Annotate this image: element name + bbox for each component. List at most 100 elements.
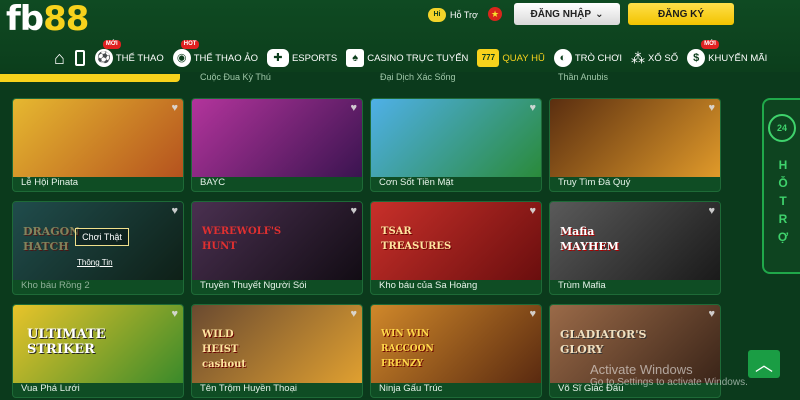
watermark-line2: Go to Settings to activate Windows. bbox=[590, 377, 748, 388]
previous-game-title: Cuộc Đua Kỳ Thú bbox=[200, 72, 271, 82]
game-art-text: WIN WIN RACCOON FRENZY bbox=[381, 329, 434, 369]
side-support-tab[interactable]: 24 H Ỗ T R Ợ bbox=[762, 98, 800, 274]
nav-label: ESPORTS bbox=[291, 52, 338, 64]
soccer-ball-icon: ⚽ bbox=[94, 49, 113, 67]
game-title: Vua Phá Lưới bbox=[21, 383, 80, 394]
support-letter: Ỗ bbox=[778, 176, 788, 190]
nav-esports[interactable]: ✚ ESPORTS bbox=[266, 46, 338, 70]
nav-label: KHUYẾN MÃI bbox=[708, 52, 768, 64]
game-art-text: WEREWOLF'S HUNT bbox=[202, 226, 282, 252]
main-nav: ⌂ MỚI ⚽ THỂ THAO HOT ◉ THỂ THAO ẢO ✚ ESP… bbox=[54, 40, 776, 70]
nav-promotions[interactable]: MỚI $ KHUYẾN MÃI bbox=[687, 40, 768, 70]
favorite-heart-icon[interactable]: ♥ bbox=[171, 205, 178, 217]
slot-777-icon: 777 bbox=[477, 49, 500, 67]
game-title: BAYC bbox=[200, 177, 226, 188]
login-label: ĐĂNG NHẬP bbox=[530, 8, 592, 20]
support-link[interactable]: Hi Hỗ Trợ bbox=[428, 6, 478, 24]
favorite-heart-icon[interactable]: ♥ bbox=[350, 308, 357, 320]
nav-label: THỂ THAO bbox=[115, 52, 164, 64]
game-card[interactable]: DRAGON HATCH Chơi Thật Thông Tin ♥ Kho b… bbox=[12, 201, 184, 295]
chat-bubble-icon: Hi bbox=[428, 8, 446, 22]
favorite-heart-icon[interactable]: ♥ bbox=[350, 205, 357, 217]
game-title: Ninja Gấu Trúc bbox=[379, 383, 443, 394]
game-title: Tên Trộm Huyền Thoại bbox=[200, 383, 297, 394]
game-card[interactable]: ♥ BAYC bbox=[191, 98, 363, 192]
play-real-button[interactable]: Chơi Thật bbox=[75, 228, 129, 246]
game-title: Kho báu của Sa Hoàng bbox=[379, 280, 478, 291]
lottery-icon: ⁂ bbox=[631, 49, 646, 66]
cards-icon: ♠ bbox=[346, 49, 365, 67]
game-title: Cơn Sốt Tiền Mặt bbox=[379, 177, 454, 188]
games-icon: ◐ bbox=[553, 49, 572, 67]
vietnam-flag-icon[interactable]: ★ bbox=[488, 7, 502, 21]
scroll-to-top-button[interactable]: ︿ bbox=[748, 350, 780, 378]
logo-suffix: 88 bbox=[43, 0, 89, 39]
previous-game-title: Thần Anubis bbox=[558, 72, 609, 82]
game-title: Truyền Thuyết Người Sói bbox=[200, 280, 307, 291]
game-info-link[interactable]: Thông Tin bbox=[77, 258, 113, 267]
favorite-heart-icon[interactable]: ♥ bbox=[171, 308, 178, 320]
nav-label: CASINO TRỰC TUYẾN bbox=[367, 52, 469, 64]
chevron-down-icon: ⌄ bbox=[595, 8, 604, 20]
nav-mobile[interactable] bbox=[74, 46, 85, 70]
support-letter: H bbox=[778, 158, 788, 172]
chevron-up-icon: ︿ bbox=[755, 355, 773, 375]
nav-label: TRÒ CHƠI bbox=[574, 52, 623, 64]
register-button[interactable]: ĐĂNG KÝ bbox=[628, 3, 734, 25]
game-thumbnail bbox=[192, 99, 362, 177]
favorite-heart-icon[interactable]: ♥ bbox=[708, 102, 715, 114]
game-art-text: ULTIMATE STRIKER bbox=[27, 327, 106, 357]
game-card[interactable]: TSAR TREASURES ♥ Kho báu của Sa Hoàng bbox=[370, 201, 542, 295]
favorite-heart-icon[interactable]: ♥ bbox=[171, 102, 178, 114]
new-badge: MỚI bbox=[701, 40, 719, 49]
register-label: ĐĂNG KÝ bbox=[657, 8, 705, 20]
nav-label: QUAY HŨ bbox=[502, 52, 545, 64]
active-category-bar bbox=[0, 74, 180, 82]
gamepad-icon: ✚ bbox=[266, 49, 289, 67]
side-support-label: H Ỗ T R Ợ bbox=[776, 156, 790, 246]
previous-game-title: Đại Dịch Xác Sống bbox=[380, 72, 456, 82]
game-art-text: GLADIATOR'S GLORY bbox=[560, 328, 647, 356]
nav-sports[interactable]: MỚI ⚽ THỂ THAO bbox=[94, 40, 164, 70]
favorite-heart-icon[interactable]: ♥ bbox=[529, 308, 536, 320]
game-title: Kho báu Rồng 2 bbox=[21, 280, 90, 291]
nav-games[interactable]: ◐ TRÒ CHƠI bbox=[553, 46, 623, 70]
game-card[interactable]: ULTIMATE STRIKER ♥ Vua Phá Lưới bbox=[12, 304, 184, 398]
game-art-text: TSAR TREASURES bbox=[381, 226, 452, 252]
mobile-phone-icon bbox=[74, 50, 85, 66]
favorite-heart-icon[interactable]: ♥ bbox=[350, 102, 357, 114]
game-card[interactable]: ♥ Cơn Sốt Tiền Mặt bbox=[370, 98, 542, 192]
game-thumbnail bbox=[13, 99, 183, 177]
game-card[interactable]: WEREWOLF'S HUNT ♥ Truyền Thuyết Người Só… bbox=[191, 201, 363, 295]
support-24h-icon: 24 bbox=[768, 114, 796, 142]
login-button[interactable]: ĐĂNG NHẬP ⌄ bbox=[514, 3, 620, 25]
nav-label: XỔ SỐ bbox=[648, 52, 679, 64]
logo[interactable]: fb88 bbox=[6, 0, 89, 40]
support-letter: R bbox=[778, 212, 788, 226]
game-card[interactable]: ♥ Lễ Hội Pinata bbox=[12, 98, 184, 192]
game-card[interactable]: Mafia MAYHEM ♥ Trùm Mafia bbox=[549, 201, 721, 295]
favorite-heart-icon[interactable]: ♥ bbox=[529, 205, 536, 217]
game-card[interactable]: WILD HEIST cashout ♥ Tên Trộm Huyền Thoạ… bbox=[191, 304, 363, 398]
nav-virtual-sports[interactable]: HOT ◉ THỂ THAO ẢO bbox=[172, 40, 258, 70]
game-card[interactable]: WIN WIN RACCOON FRENZY ♥ Ninja Gấu Trúc bbox=[370, 304, 542, 398]
nav-casino[interactable]: ♠ CASINO TRỰC TUYẾN bbox=[346, 46, 468, 70]
nav-label: THỂ THAO ẢO bbox=[193, 52, 258, 64]
favorite-heart-icon[interactable]: ♥ bbox=[708, 308, 715, 320]
game-thumbnail bbox=[550, 99, 720, 177]
game-card[interactable]: ♥ Truy Tìm Đá Quý bbox=[549, 98, 721, 192]
favorite-heart-icon[interactable]: ♥ bbox=[708, 205, 715, 217]
game-title: Trùm Mafia bbox=[558, 280, 606, 291]
hot-badge: HOT bbox=[180, 40, 200, 49]
nav-lottery[interactable]: ⁂ XỔ SỐ bbox=[631, 46, 678, 70]
new-badge: MỚI bbox=[102, 40, 121, 49]
nav-slots[interactable]: 777 QUAY HŨ bbox=[477, 46, 545, 70]
support-label: Hỗ Trợ bbox=[450, 10, 478, 20]
nav-home[interactable]: ⌂ bbox=[54, 46, 65, 70]
game-art-text: WILD HEIST cashout bbox=[202, 329, 247, 370]
promo-dollar-icon: $ bbox=[687, 49, 706, 67]
favorite-heart-icon[interactable]: ♥ bbox=[529, 102, 536, 114]
game-grid: ♥ Lễ Hội Pinata ♥ BAYC ♥ Cơn Sốt Tiền Mặ… bbox=[8, 96, 728, 400]
game-title: Lễ Hội Pinata bbox=[21, 177, 79, 188]
activate-windows-watermark: Activate Windows Go to Settings to activ… bbox=[590, 362, 748, 388]
